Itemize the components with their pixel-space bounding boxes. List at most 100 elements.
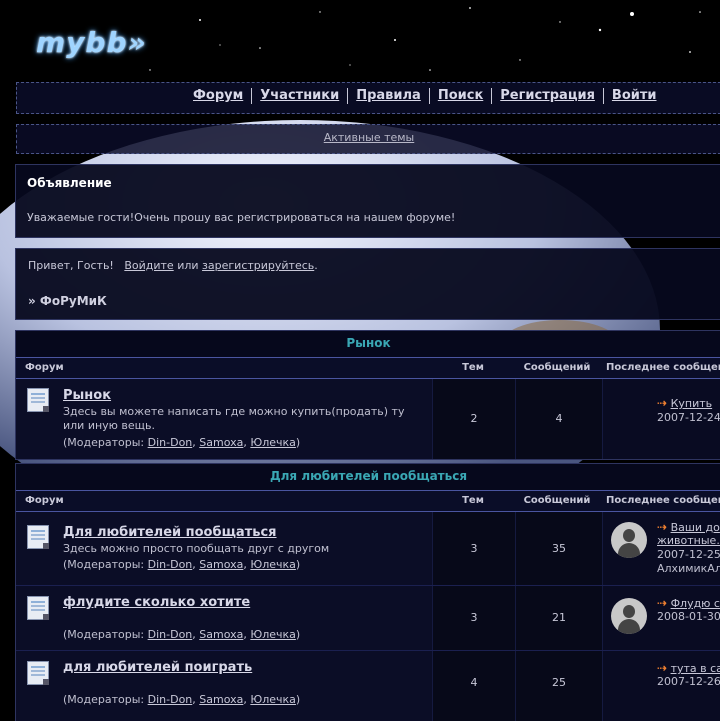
register-link[interactable]: зарегистрируйтесь: [202, 259, 314, 272]
last-post-author[interactable]: АлхимикАл: [657, 562, 720, 575]
moderator-link[interactable]: Samoxa: [199, 558, 243, 571]
posts-count: 25: [515, 651, 602, 721]
arrow-right-icon: ⇢: [657, 396, 668, 410]
last-post-date: 2007-12-24: [657, 411, 720, 424]
posts-count: 4: [515, 379, 602, 459]
forum-info: для любителей поиграть (Модераторы: Din-…: [16, 651, 432, 721]
last-post-date: 2007-12-25: [657, 548, 720, 561]
moderators-label: (Модераторы:: [63, 693, 145, 706]
welcome-line: Привет, Гость! Войдите или зарегистрируй…: [28, 259, 318, 272]
moderator-link[interactable]: Юлечка: [250, 628, 296, 641]
last-post-cell: ⇢ тута в са 2007-12-26: [602, 651, 720, 721]
header-topics: Тем: [462, 362, 484, 373]
topics-count: 3: [432, 512, 515, 585]
last-post-link[interactable]: Флудю с: [671, 597, 720, 610]
nav-item-forum[interactable]: Форум: [185, 88, 251, 104]
breadcrumb[interactable]: » ФоРуМиК: [28, 294, 107, 308]
user-avatar-icon[interactable]: [611, 522, 647, 558]
forum-name-link[interactable]: для любителей поиграть: [63, 660, 252, 675]
moderator-link[interactable]: Юлечка: [250, 436, 296, 449]
moderator-link[interactable]: Samoxa: [199, 693, 243, 706]
header-forum: Форум: [25, 362, 64, 373]
moderators-label: (Модераторы:: [63, 628, 145, 641]
table-header: Форум Тем Сообщений Последнее сообщение: [16, 358, 720, 379]
forum-row: флудите сколько хотите (Модераторы: Din-…: [16, 586, 720, 651]
header-last-post: Последнее сообщение: [606, 362, 720, 373]
forum-info: флудите сколько хотите (Модераторы: Din-…: [16, 586, 432, 650]
nav-link-login[interactable]: Войти: [612, 88, 657, 103]
header-forum: Форум: [25, 495, 64, 506]
header-last-post: Последнее сообщение: [606, 495, 720, 506]
last-post-topic: ⇢ Флудю с: [657, 596, 720, 610]
nav-link-register[interactable]: Регистрация: [500, 88, 595, 103]
header-topics: Тем: [462, 495, 484, 506]
last-post-link-continued[interactable]: животные...: [657, 534, 720, 547]
announcement-title: Объявление: [27, 176, 112, 190]
category-market: Рынок Форум Тем Сообщений Последнее сооб…: [15, 330, 720, 460]
moderator-link[interactable]: Din-Don: [148, 558, 193, 571]
topics-count: 2: [432, 379, 515, 459]
forum-moderators: (Модераторы: Din-Don, Samoxa, Юлечка): [63, 558, 301, 571]
login-link[interactable]: Войдите: [124, 259, 173, 272]
last-post-cell: ⇢ Купить 2007-12-24: [602, 379, 720, 459]
forum-row: Рынок Здесь вы можете написать где можно…: [16, 379, 720, 459]
or-text: или: [177, 259, 199, 272]
last-post-topic: ⇢ тута в са: [657, 661, 720, 675]
forum-row: Для любителей пообщаться Здесь можно про…: [16, 512, 720, 586]
last-post-topic-continued: животные...: [657, 534, 720, 547]
forum-name-link[interactable]: флудите сколько хотите: [63, 595, 250, 610]
last-post-link[interactable]: Ваши до: [671, 521, 720, 534]
nav-item-register[interactable]: Регистрация: [491, 88, 603, 104]
moderator-link[interactable]: Юлечка: [250, 558, 296, 571]
forum-icon: [27, 661, 49, 685]
user-avatar-icon[interactable]: [611, 598, 647, 634]
last-post-link[interactable]: Купить: [671, 397, 713, 410]
site-logo[interactable]: mybb»: [36, 26, 147, 59]
nav-link-members[interactable]: Участники: [260, 88, 339, 103]
header-posts: Сообщений: [523, 495, 591, 506]
nav-link-search[interactable]: Поиск: [438, 88, 483, 103]
moderator-link[interactable]: Din-Don: [148, 693, 193, 706]
arrow-right-icon: ⇢: [657, 520, 668, 534]
sub-navigation: Активные темы: [16, 124, 720, 154]
last-post-date: 2008-01-30: [657, 610, 720, 623]
moderators-label: (Модераторы:: [63, 436, 145, 449]
announcement-panel: Объявление Уважаемые гости!Очень прошу в…: [15, 164, 720, 238]
nav-item-members[interactable]: Участники: [251, 88, 347, 104]
moderator-link[interactable]: Din-Don: [148, 436, 193, 449]
category-title[interactable]: Для любителей пообщаться: [16, 464, 720, 491]
forum-moderators: (Модераторы: Din-Don, Samoxa, Юлечка): [63, 628, 301, 641]
moderators-label: (Модераторы:: [63, 558, 145, 571]
arrow-right-icon: ⇢: [657, 661, 668, 675]
forum-info: Для любителей пообщаться Здесь можно про…: [16, 512, 432, 585]
arrow-right-icon: ⇢: [657, 596, 668, 610]
header-posts: Сообщений: [523, 362, 591, 373]
active-topics-link[interactable]: Активные темы: [324, 131, 415, 144]
table-header: Форум Тем Сообщений Последнее сообщение: [16, 491, 720, 512]
moderator-link[interactable]: Samoxa: [199, 628, 243, 641]
forum-moderators: (Модераторы: Din-Don, Samoxa, Юлечка): [63, 436, 301, 449]
nav-item-search[interactable]: Поиск: [428, 88, 491, 104]
posts-count: 21: [515, 586, 602, 650]
forum-name-link[interactable]: Для любителей пообщаться: [63, 525, 277, 540]
last-post-cell: ⇢ Флудю с 2008-01-30: [602, 586, 720, 650]
last-post-cell: ⇢ Ваши до животные... 2007-12-25 Алхимик…: [602, 512, 720, 585]
topics-count: 3: [432, 586, 515, 650]
category-title[interactable]: Рынок: [16, 331, 720, 358]
forum-icon: [27, 388, 49, 412]
moderator-link[interactable]: Samoxa: [199, 436, 243, 449]
welcome-period: .: [314, 259, 318, 272]
nav-link-forum[interactable]: Форум: [193, 88, 243, 103]
moderator-link[interactable]: Юлечка: [250, 693, 296, 706]
moderator-link[interactable]: Din-Don: [148, 628, 193, 641]
forum-description: Здесь вы можете написать где можно купит…: [63, 405, 405, 432]
nav-item-login[interactable]: Войти: [602, 88, 665, 104]
forum-name-link[interactable]: Рынок: [63, 388, 111, 403]
forum-info: Рынок Здесь вы можете написать где можно…: [16, 379, 432, 459]
posts-count: 35: [515, 512, 602, 585]
announcement-text: Уважаемые гости!Очень прошу вас регистри…: [27, 211, 456, 224]
nav-link-rules[interactable]: Правила: [356, 88, 421, 103]
nav-item-rules[interactable]: Правила: [347, 88, 429, 104]
category-social: Для любителей пообщаться Форум Тем Сообщ…: [15, 463, 720, 721]
last-post-link[interactable]: тута в са: [671, 662, 720, 675]
